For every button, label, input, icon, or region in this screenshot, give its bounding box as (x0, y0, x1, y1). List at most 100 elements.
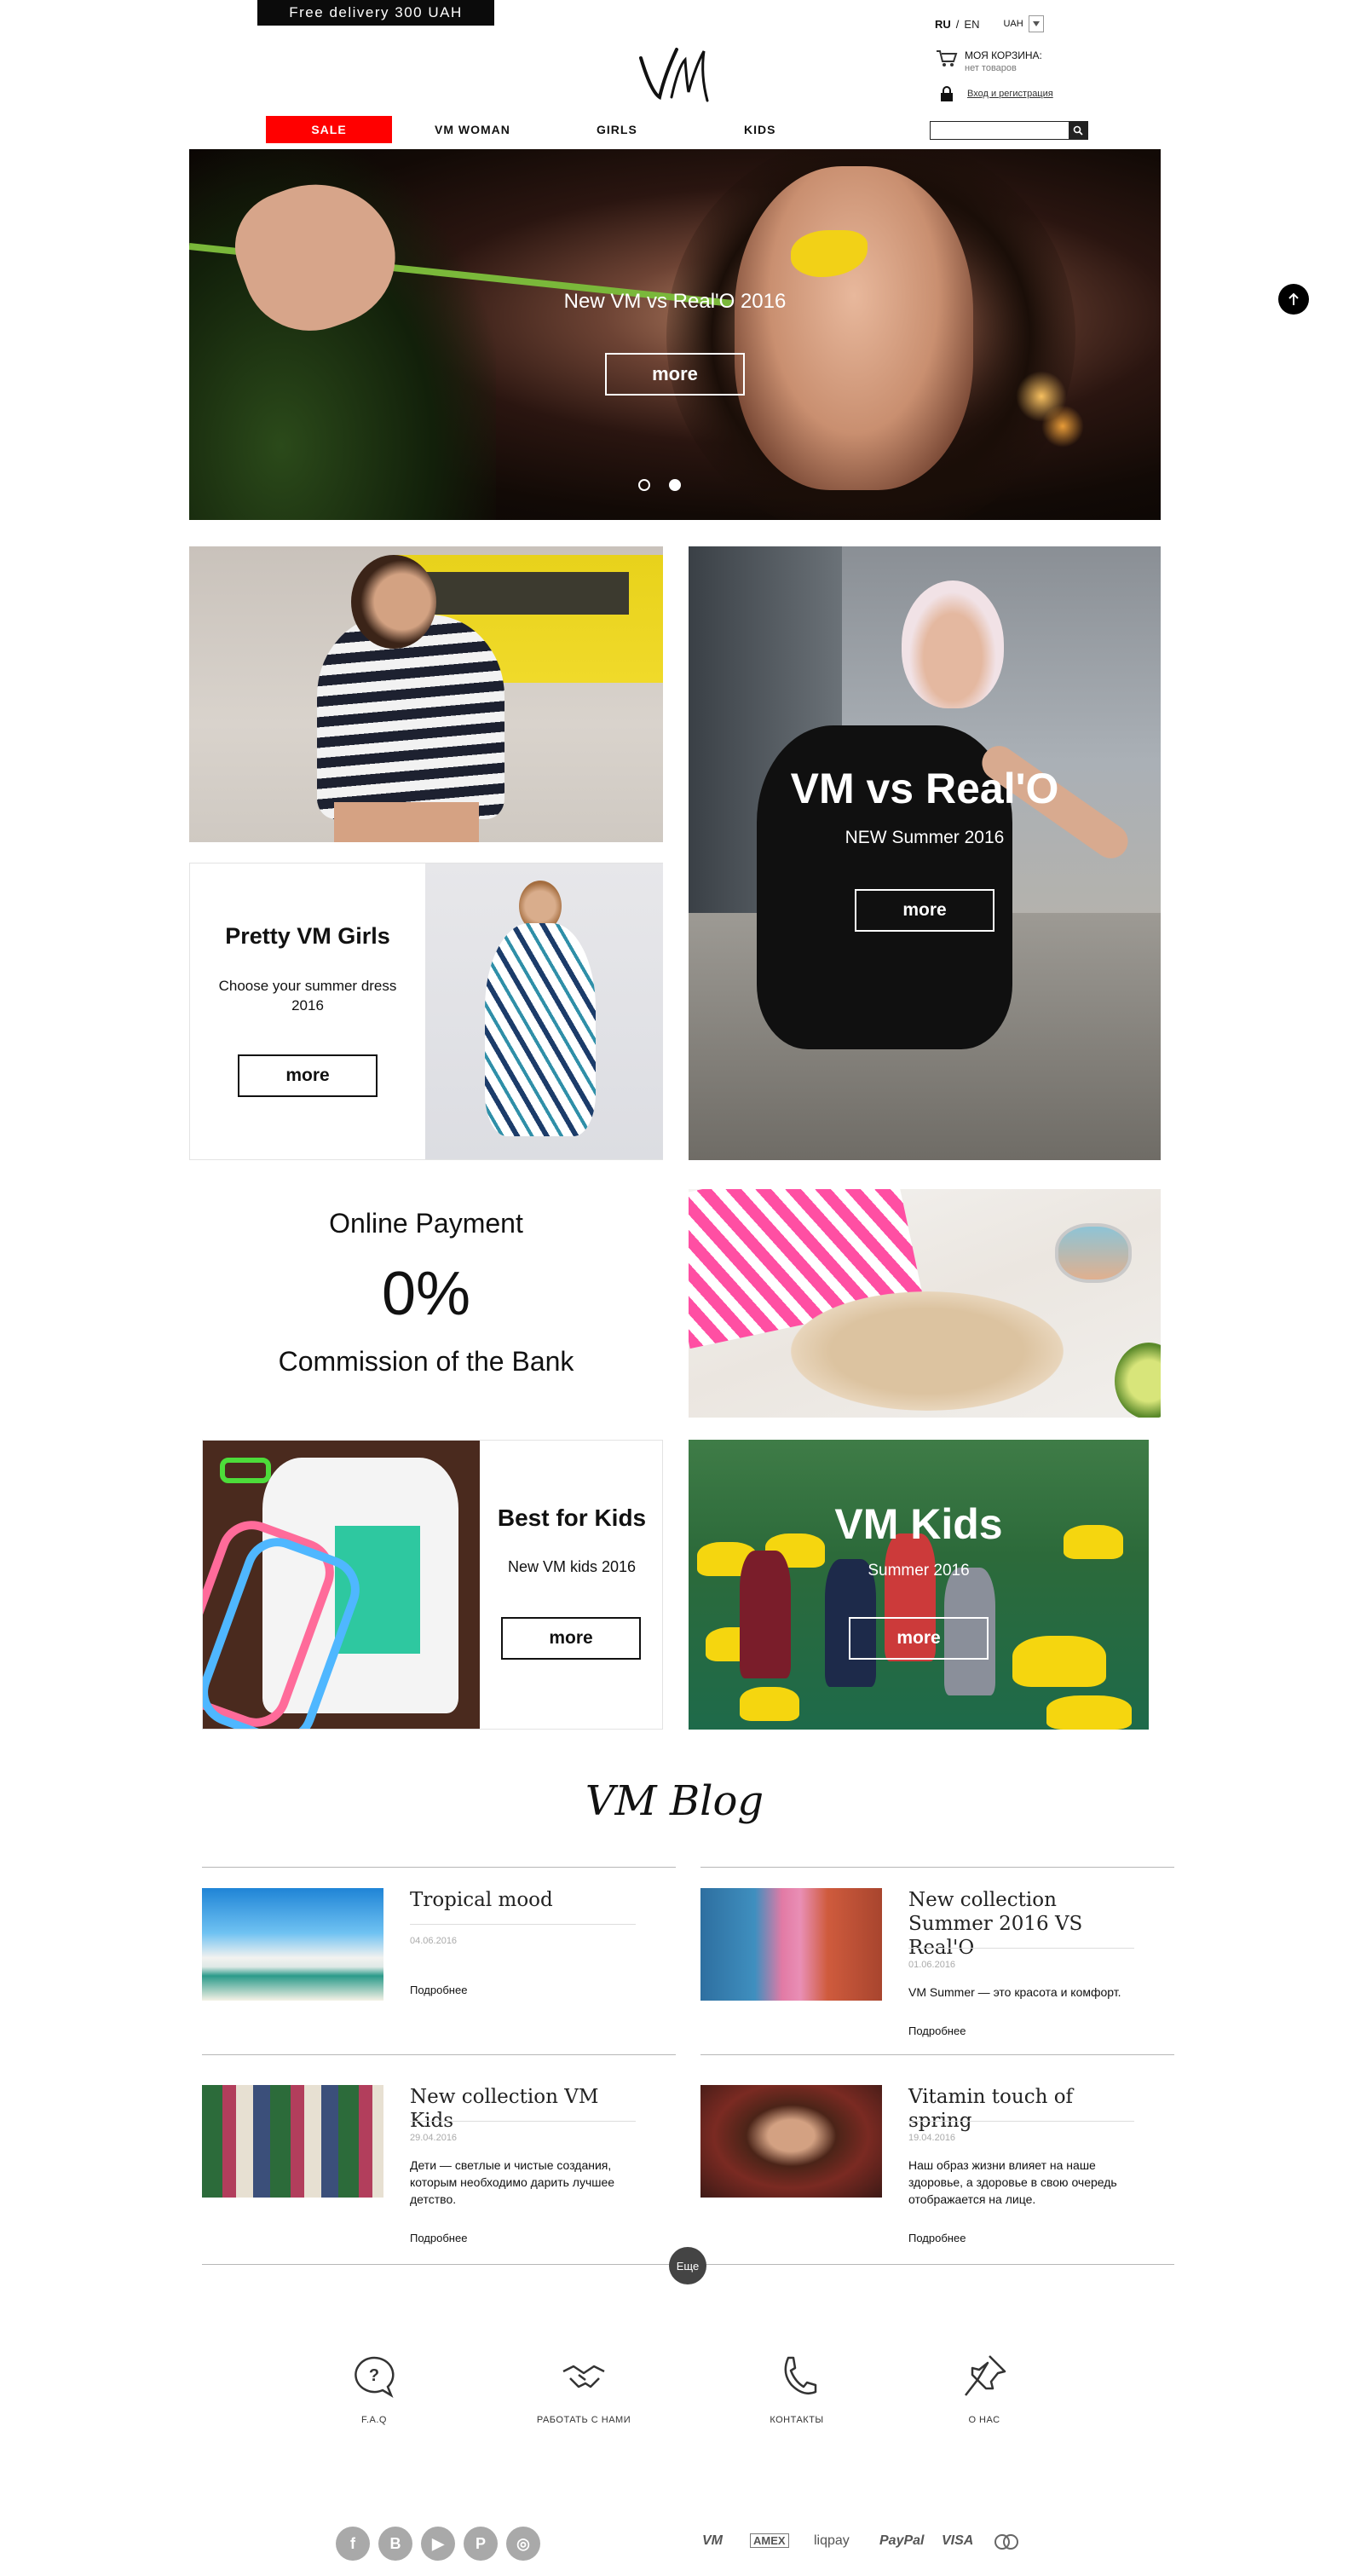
post-excerpt: Дети — светлые и чистые создания, которы… (410, 2158, 615, 2206)
promo-beach-photo[interactable] (689, 1189, 1161, 1418)
login-link[interactable]: Вход и регистрация (967, 89, 1053, 99)
kids-shirt-photo (203, 1441, 480, 1729)
promo-more-button[interactable]: more (855, 889, 994, 932)
lock-icon (941, 86, 953, 101)
blog-divider (202, 2054, 676, 2055)
post-excerpt: VM Summer — это красота и комфорт. (908, 1985, 1121, 1999)
post-date: 04.06.2016 (410, 1936, 458, 1946)
liqpay-icon: liqpay (814, 2533, 850, 2548)
hero-face (735, 166, 973, 490)
promo-realo[interactable]: VM vs Real'O NEW Summer 2016 more (689, 546, 1161, 1160)
search-icon (1073, 125, 1083, 136)
promo-vm-kids[interactable]: VM Kids Summer 2016 more (689, 1440, 1149, 1730)
search-input[interactable] (931, 122, 1069, 139)
cart-status: нет товаров (965, 63, 1017, 73)
lang-en-link[interactable]: EN (964, 18, 979, 31)
nav-kids[interactable]: KIDS (744, 116, 775, 143)
blog-more-button[interactable]: Еще (669, 2247, 706, 2284)
promo-best-kids[interactable]: Best for Kids New VM kids 2016 more (202, 1440, 663, 1730)
hero-title: New VM vs Real'O 2016 (563, 290, 787, 313)
post-title[interactable]: Tropical mood (410, 1888, 636, 1912)
post-read-more-link[interactable]: Подробнее (908, 2024, 966, 2037)
instagram-icon[interactable]: ◎ (506, 2527, 540, 2561)
footer-link-contacts[interactable]: КОНТАКТЫ (720, 2353, 873, 2425)
paypal-icon: PayPal (879, 2533, 925, 2548)
model-head (902, 580, 1004, 708)
sand (791, 1291, 1064, 1411)
post-image[interactable] (700, 2085, 882, 2198)
cart-icon (937, 50, 958, 66)
footer-link-work[interactable]: РАБОТАТЬ С НАМИ (507, 2353, 660, 2425)
promo-more-button[interactable]: more (849, 1617, 989, 1660)
blog-post[interactable]: New collection VM Kids 29.04.2016 Дети —… (202, 2085, 679, 2264)
footer-link-label: О НАС (968, 2415, 1000, 2425)
nav-girls[interactable]: GIRLS (597, 116, 637, 143)
footer-link-label: F.A.Q (360, 2415, 387, 2425)
promo-more-button[interactable]: more (238, 1054, 378, 1097)
promo-stripes-photo[interactable] (189, 546, 663, 842)
phone-icon (784, 2356, 817, 2394)
lang-separator: / (955, 17, 960, 31)
promo-more-button[interactable]: more (501, 1617, 641, 1660)
post-image[interactable] (202, 2085, 383, 2198)
post-read-more-link[interactable]: Подробнее (410, 1984, 467, 1996)
post-title[interactable]: New collection Summer 2016 VS Real'O (908, 1888, 1134, 1960)
vm-logo[interactable] (634, 41, 716, 109)
currency-label: UAH (1003, 19, 1023, 29)
chevron-down-icon (1032, 21, 1040, 26)
nav-vm-woman[interactable]: VM WOMAN (435, 116, 510, 143)
post-image[interactable] (700, 1888, 882, 2001)
post-date: 19.04.2016 (908, 2133, 956, 2143)
post-title[interactable]: Vitamin touch of spring (908, 2085, 1134, 2133)
language-switcher: RU / EN UAH (935, 15, 1044, 32)
lang-ru-link[interactable]: RU (935, 18, 951, 31)
post-title[interactable]: New collection VM Kids (410, 2085, 636, 2133)
promo-subtitle: New VM kids 2016 (507, 1558, 637, 1575)
svg-text:?: ? (369, 2366, 379, 2385)
online-payment-block: Online Payment 0% Commission of the Bank (189, 1189, 663, 1415)
post-read-more-link[interactable]: Подробнее (908, 2232, 966, 2244)
promo-title: Pretty VM Girls (225, 923, 390, 949)
blog-post[interactable]: Tropical mood 04.06.2016 Подробнее (202, 1888, 679, 2067)
login-area: Вход и регистрация (940, 85, 1053, 102)
footer-link-label: КОНТАКТЫ (770, 2415, 824, 2425)
post-image[interactable] (202, 1888, 383, 2001)
slider-dot-active[interactable] (669, 479, 681, 491)
cart-widget[interactable]: МОЯ КОРЗИНА: нет товаров (936, 49, 1042, 73)
vkontakte-icon[interactable]: B (378, 2527, 412, 2561)
blog-post[interactable]: New collection Summer 2016 VS Real'O 01.… (700, 1888, 1178, 2067)
post-excerpt: Наш образ жизни влияет на наше здоровье,… (908, 2158, 1117, 2206)
slider-dot[interactable] (638, 479, 650, 491)
nav-sale[interactable]: SALE (266, 116, 392, 143)
hero-more-button[interactable]: more (605, 353, 745, 396)
footer-link-faq[interactable]: ? F.A.Q (297, 2353, 451, 2425)
blog-title: VM Blog (585, 1777, 764, 1825)
post-date: 29.04.2016 (410, 2133, 458, 2143)
blog-divider (202, 1867, 676, 1868)
post-read-more-link[interactable]: Подробнее (410, 2232, 467, 2244)
hero-slider[interactable] (189, 149, 1161, 520)
promo-pretty-girls[interactable]: Pretty VM Girls Choose your summer dress… (189, 863, 663, 1160)
youtube-icon[interactable]: ▶ (421, 2527, 455, 2561)
post-date: 01.06.2016 (908, 1960, 956, 1970)
scroll-top-button[interactable] (1278, 284, 1309, 315)
search-button[interactable] (1069, 122, 1087, 139)
blog-divider (700, 2054, 1174, 2055)
pinterest-icon[interactable]: P (464, 2527, 498, 2561)
blog-post[interactable]: Vitamin touch of spring 19.04.2016 Наш о… (700, 2085, 1178, 2264)
payment-heading: Online Payment (329, 1208, 523, 1239)
facebook-icon[interactable]: f (336, 2527, 370, 2561)
faq-icon: ? (355, 2356, 395, 2398)
footer-link-about[interactable]: О НАС (908, 2353, 1061, 2425)
vm-pay-logo: VM (702, 2533, 723, 2548)
mastercard-icon (993, 2533, 1020, 2550)
promo-title: Best for Kids (497, 1505, 647, 1531)
footer-link-label: РАБОТАТЬ С НАМИ (536, 2415, 631, 2425)
handshake-icon (562, 2365, 605, 2388)
model-waist (334, 802, 479, 842)
promo-title: VM vs Real'O (790, 765, 1059, 812)
model-head (351, 555, 436, 649)
promo-title: VM Kids (834, 1500, 1003, 1548)
currency-dropdown[interactable] (1028, 15, 1044, 32)
arrow-up-icon (1288, 292, 1299, 305)
